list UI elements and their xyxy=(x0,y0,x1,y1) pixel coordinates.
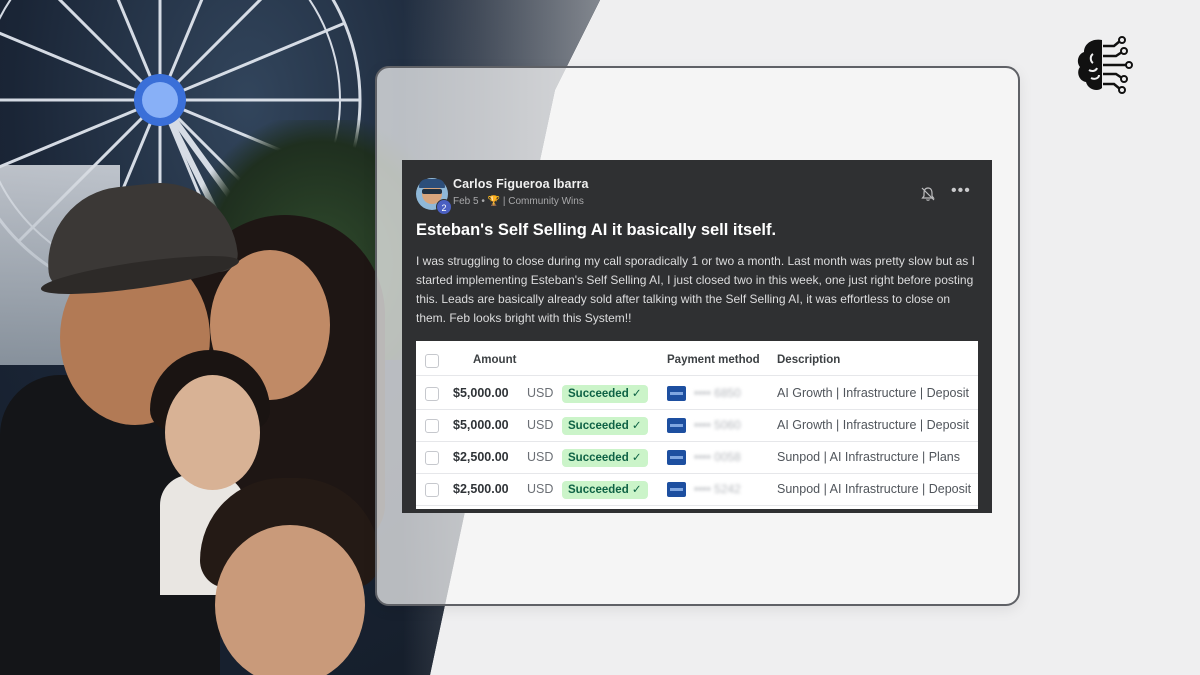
brain-circuit-icon xyxy=(1077,36,1133,94)
bell-icon[interactable] xyxy=(920,186,936,202)
table-row[interactable]: $5,000.00 USD Succeeded ✓ •••• 6850 AI G… xyxy=(416,378,978,410)
meta-separator: • xyxy=(481,196,485,207)
credit-card-icon xyxy=(667,450,686,465)
column-header-payment-method[interactable]: Payment method xyxy=(667,354,760,366)
row-checkbox[interactable] xyxy=(425,483,439,497)
amount: $2,500.00 xyxy=(453,450,509,464)
status-badge: Succeeded ✓ xyxy=(562,481,648,499)
description: AI Growth | Infrastructure | Deposit xyxy=(777,418,969,432)
payments-table: Amount Payment method Description $5,000… xyxy=(416,341,978,509)
author-name[interactable]: Carlos Figueroa Ibarra xyxy=(453,177,589,191)
post-meta: Feb 5 • 🏆 | Community Wins xyxy=(453,196,584,207)
credit-card-icon xyxy=(667,482,686,497)
post-title[interactable]: Esteban's Self Selling AI it basically s… xyxy=(416,221,976,240)
status-badge: Succeeded ✓ xyxy=(562,385,648,403)
post-category[interactable]: | Community Wins xyxy=(503,196,584,207)
card-number-masked: •••• 0058 xyxy=(694,450,741,464)
amount: $2,500.00 xyxy=(453,482,509,496)
description: Sunpod | AI Infrastructure | Plans xyxy=(777,450,960,464)
column-header-description[interactable]: Description xyxy=(777,354,840,366)
table-row[interactable]: $5,000.00 USD Succeeded ✓ •••• 5060 AI G… xyxy=(416,410,978,442)
post-body: I was struggling to close during my call… xyxy=(416,254,975,325)
avatar[interactable]: 2 xyxy=(416,178,452,215)
row-checkbox[interactable] xyxy=(425,419,439,433)
currency: USD xyxy=(527,482,554,496)
column-header-amount[interactable]: Amount xyxy=(473,354,516,366)
level-badge: 2 xyxy=(436,199,452,215)
table-header: Amount Payment method Description xyxy=(416,346,978,376)
currency: USD xyxy=(527,418,554,432)
post-date: Feb 5 xyxy=(453,196,479,207)
status-badge: Succeeded ✓ xyxy=(562,417,648,435)
credit-card-icon xyxy=(667,418,686,433)
avatar-glasses xyxy=(422,189,442,194)
community-post: 2 Carlos Figueroa Ibarra Feb 5 • 🏆 | Com… xyxy=(402,160,992,513)
card-number-masked: •••• 5242 xyxy=(694,482,741,496)
amount: $5,000.00 xyxy=(453,418,509,432)
credit-card-icon xyxy=(667,386,686,401)
row-checkbox[interactable] xyxy=(425,387,439,401)
table-row[interactable]: $2,500.00 USD Succeeded ✓ •••• 5242 Sunp… xyxy=(416,474,978,506)
amount: $5,000.00 xyxy=(453,386,509,400)
avatar-hat xyxy=(419,179,445,188)
currency: USD xyxy=(527,386,554,400)
description: AI Growth | Infrastructure | Deposit xyxy=(777,386,969,400)
select-all-checkbox[interactable] xyxy=(425,354,439,368)
row-checkbox[interactable] xyxy=(425,451,439,465)
table-row[interactable]: $2,500.00 USD Succeeded ✓ •••• 0058 Sunp… xyxy=(416,442,978,474)
status-badge: Succeeded ✓ xyxy=(562,449,648,467)
trophy-icon: 🏆 xyxy=(487,196,501,207)
description: Sunpod | AI Infrastructure | Deposit xyxy=(777,482,972,496)
more-options-icon[interactable]: ••• xyxy=(951,183,971,199)
card-number-masked: •••• 5060 xyxy=(694,418,741,432)
card-number-masked: •••• 6850 xyxy=(694,386,741,400)
currency: USD xyxy=(527,450,554,464)
